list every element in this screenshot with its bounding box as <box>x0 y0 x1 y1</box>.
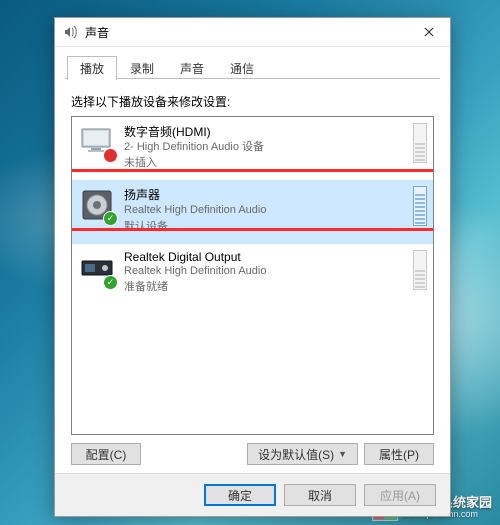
device-status: 准备就绪 <box>124 278 405 294</box>
close-button[interactable] <box>408 18 450 46</box>
device-name: 扬声器 <box>124 186 405 203</box>
tab-content: 选择以下播放设备来修改设置: 数字音频(HDMI) 2- High Defini… <box>55 79 450 473</box>
level-meter <box>413 250 427 290</box>
device-name: 数字音频(HDMI) <box>124 123 405 140</box>
level-meter <box>413 123 427 163</box>
device-item-spdif[interactable]: Realtek Digital Output Realtek High Defi… <box>72 244 433 304</box>
apply-button[interactable]: 应用(A) <box>364 484 436 506</box>
device-driver: Realtek High Definition Audio <box>124 203 405 217</box>
digital-output-icon <box>78 250 116 288</box>
device-name: Realtek Digital Output <box>124 250 405 264</box>
window-title: 声音 <box>85 24 408 41</box>
device-status: 默认设备 <box>124 218 405 234</box>
set-default-button[interactable]: 设为默认值(S) ▼ <box>247 443 358 465</box>
set-default-label: 设为默认值(S) <box>258 446 334 463</box>
device-item-hdmi[interactable]: 数字音频(HDMI) 2- High Definition Audio 设备 未… <box>72 117 433 180</box>
level-meter <box>413 186 427 226</box>
sound-dialog: 声音 播放 录制 声音 通信 选择以下播放设备来修改设置: <box>54 17 451 517</box>
device-item-speakers[interactable]: 扬声器 Realtek High Definition Audio 默认设备 <box>72 180 433 243</box>
dialog-footer: 确定 取消 应用(A) <box>55 473 450 516</box>
status-unplugged-icon <box>103 148 118 163</box>
tab-recording[interactable]: 录制 <box>117 56 167 80</box>
properties-button[interactable]: 属性(P) <box>364 443 434 465</box>
monitor-icon <box>78 123 116 161</box>
dropdown-arrow-icon: ▼ <box>338 449 347 459</box>
tab-strip: 播放 录制 声音 通信 <box>55 47 450 79</box>
speaker-icon <box>78 186 116 224</box>
device-status: 未插入 <box>124 154 405 170</box>
device-list[interactable]: 数字音频(HDMI) 2- High Definition Audio 设备 未… <box>71 116 434 435</box>
device-driver: 2- High Definition Audio 设备 <box>124 140 405 154</box>
title-bar: 声音 <box>55 18 450 47</box>
device-driver: Realtek High Definition Audio <box>124 264 405 278</box>
tab-sounds[interactable]: 声音 <box>167 56 217 80</box>
ok-button[interactable]: 确定 <box>204 484 276 506</box>
cancel-button[interactable]: 取消 <box>284 484 356 506</box>
speaker-volume-icon <box>63 24 79 40</box>
configure-button[interactable]: 配置(C) <box>71 443 141 465</box>
status-default-icon <box>103 211 118 226</box>
device-button-row: 配置(C) 设为默认值(S) ▼ 属性(P) <box>71 443 434 465</box>
tab-playback[interactable]: 播放 <box>67 56 117 80</box>
instruction-text: 选择以下播放设备来修改设置: <box>71 93 434 110</box>
status-ready-icon <box>103 275 118 290</box>
close-icon <box>424 27 434 37</box>
tab-communications[interactable]: 通信 <box>217 56 267 80</box>
